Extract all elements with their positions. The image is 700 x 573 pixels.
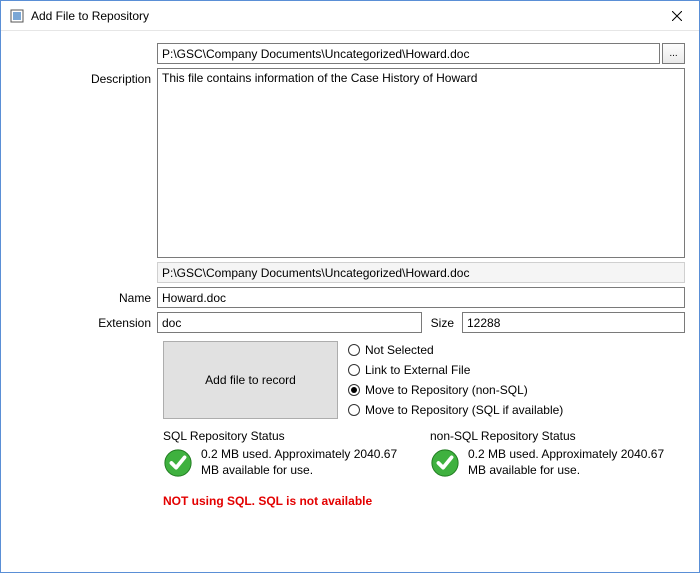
name-row: Name	[15, 287, 685, 308]
size-input[interactable]	[462, 312, 685, 333]
radio-icon	[348, 344, 360, 356]
radio-label: Link to External File	[365, 363, 470, 377]
nonsql-status-title: non-SQL Repository Status	[430, 429, 685, 443]
sql-warning-text: NOT using SQL. SQL is not available	[163, 494, 685, 508]
size-label: Size	[422, 312, 462, 333]
radio-icon	[348, 384, 360, 396]
radio-icon	[348, 404, 360, 416]
sql-status-title: SQL Repository Status	[163, 429, 418, 443]
file-path-row: ...	[15, 43, 685, 64]
dialog-content: ... Description This file contains infor…	[1, 31, 699, 518]
readonly-path-row: P:\GSC\Company Documents\Uncategorized\H…	[15, 262, 685, 283]
add-file-button[interactable]: Add file to record	[163, 341, 338, 419]
extension-input[interactable]	[157, 312, 422, 333]
radio-label: Move to Repository (SQL if available)	[365, 403, 563, 417]
readonly-path-display: P:\GSC\Company Documents\Uncategorized\H…	[157, 262, 685, 283]
radio-move-sql[interactable]: Move to Repository (SQL if available)	[348, 401, 563, 419]
description-row: Description This file contains informati…	[15, 68, 685, 258]
radio-link-external[interactable]: Link to External File	[348, 361, 563, 379]
browse-button[interactable]: ...	[662, 43, 685, 64]
name-input[interactable]	[157, 287, 685, 308]
file-path-input[interactable]	[157, 43, 660, 64]
sql-status-text: 0.2 MB used. Approximately 2040.67 MB av…	[201, 447, 418, 478]
extension-row: Extension Size	[15, 312, 685, 333]
radio-label: Move to Repository (non-SQL)	[365, 383, 528, 397]
nonsql-status: non-SQL Repository Status 0.2 MB used. A…	[430, 429, 685, 478]
app-icon	[9, 8, 25, 24]
check-icon	[163, 448, 193, 478]
check-icon	[430, 448, 460, 478]
description-textarea[interactable]: This file contains information of the Ca…	[157, 68, 685, 258]
sql-status: SQL Repository Status 0.2 MB used. Appro…	[163, 429, 418, 478]
radio-label: Not Selected	[365, 343, 434, 357]
status-row: SQL Repository Status 0.2 MB used. Appro…	[163, 429, 685, 478]
nonsql-status-text: 0.2 MB used. Approximately 2040.67 MB av…	[468, 447, 685, 478]
radio-not-selected[interactable]: Not Selected	[348, 341, 563, 359]
close-icon	[672, 11, 682, 21]
close-button[interactable]	[654, 1, 699, 31]
radio-move-nonsql[interactable]: Move to Repository (non-SQL)	[348, 381, 563, 399]
name-label: Name	[15, 287, 157, 305]
window-title: Add File to Repository	[31, 9, 149, 23]
description-label: Description	[15, 68, 157, 86]
actions-row: Add file to record Not Selected Link to …	[163, 341, 685, 419]
radio-icon	[348, 364, 360, 376]
storage-mode-radios: Not Selected Link to External File Move …	[348, 341, 563, 419]
empty-label	[15, 43, 157, 47]
extension-label: Extension	[15, 312, 157, 330]
title-bar: Add File to Repository	[1, 1, 699, 31]
